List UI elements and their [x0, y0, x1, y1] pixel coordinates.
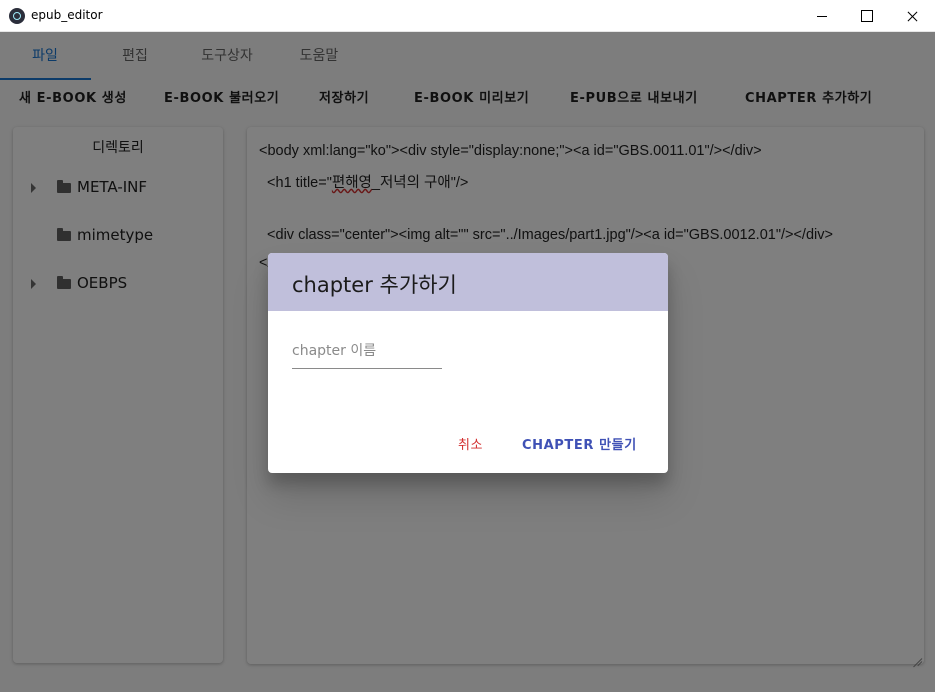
add-chapter-dialog: chapter 추가하기 취소 CHAPTER 만들기	[268, 253, 668, 473]
window-titlebar: epub_editor	[0, 0, 935, 32]
maximize-button[interactable]	[843, 0, 889, 32]
chapter-name-field	[292, 337, 442, 369]
minimize-button[interactable]	[799, 0, 845, 32]
close-window-button[interactable]	[889, 0, 935, 32]
window-title: epub_editor	[31, 8, 103, 22]
create-chapter-button[interactable]: CHAPTER 만들기	[522, 429, 637, 463]
cancel-button[interactable]: 취소	[458, 429, 483, 463]
electron-app-icon	[9, 8, 25, 24]
dialog-title: chapter 추가하기	[292, 273, 457, 297]
chapter-name-input[interactable]	[292, 337, 442, 365]
dialog-header: chapter 추가하기	[268, 253, 668, 311]
